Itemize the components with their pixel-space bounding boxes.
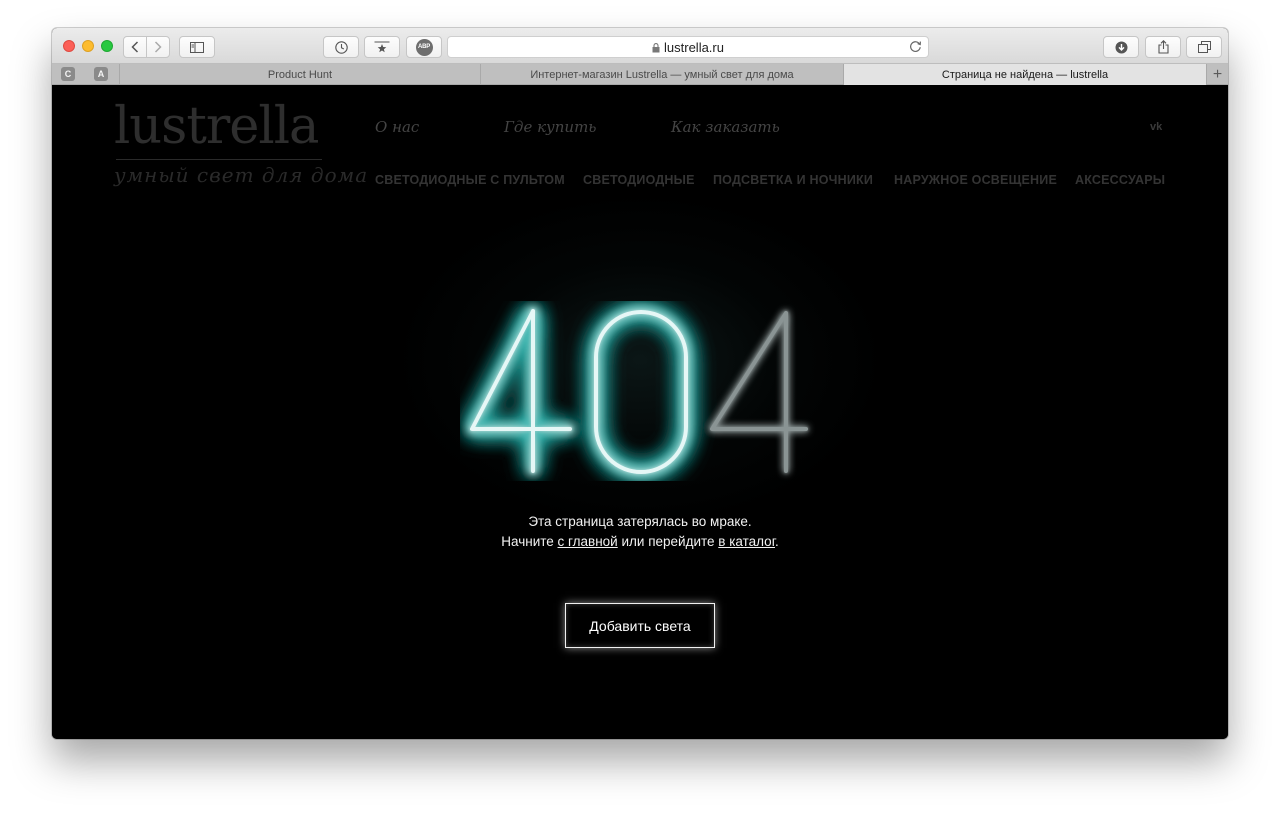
home-link[interactable]: с главной [558,534,618,549]
sidebar-toggle-button[interactable] [179,36,215,58]
logo-tagline: умный свет для дома [114,163,369,187]
bookmarks-button[interactable] [364,36,400,58]
browser-window: ABP lustrella.ru C A Product Hunt Интерн… [52,28,1228,739]
tab-not-found-active[interactable]: Страница не найдена — lustrella [843,64,1206,85]
browser-toolbar: ABP lustrella.ru [52,28,1228,64]
history-button[interactable] [323,36,359,58]
error-message-line1: Эта страница затерялась во мраке. [528,514,752,529]
tab-title: Интернет-магазин Lustrella — умный свет … [530,68,794,81]
neon-digit-4-left [470,309,572,473]
address-bar[interactable]: lustrella.ru [447,36,929,58]
share-icon [1157,40,1169,54]
pinned-tab-label: A [97,69,105,79]
adblock-icon: ABP [415,38,433,56]
message-text: . [774,534,779,549]
category-link-outdoor[interactable]: НАРУЖНОЕ ОСВЕЩЕНИЕ [894,173,1057,187]
message-text: Начните [501,534,558,549]
adblock-button[interactable]: ABP [406,36,442,58]
tabs-icon [1197,41,1211,53]
tab-bar: C A Product Hunt Интернет-магазин Lustre… [52,64,1228,85]
pinned-tab-a[interactable]: A [94,67,108,81]
close-window-button[interactable] [63,40,75,52]
neon-digit-0 [594,310,688,474]
star-icon [374,41,390,53]
pinned-tab-c[interactable]: C [61,67,75,81]
address-text-wrap: lustrella.ru [448,40,928,55]
download-icon [1115,41,1127,53]
minimize-window-button[interactable] [82,40,94,52]
logo-divider [116,159,322,160]
tab-title: Страница не найдена — lustrella [941,68,1109,81]
forward-button[interactable] [146,36,170,58]
page-content: lustrella умный свет для дома О нас Где … [52,85,1228,739]
neon-digit-4-right [710,311,808,473]
nav-link-about[interactable]: О нас [375,118,419,136]
address-url: lustrella.ru [664,40,724,55]
nav-link-how-to-order[interactable]: Как заказать [671,118,780,136]
message-text: или перейдите [617,534,719,549]
tab-product-hunt[interactable]: Product Hunt [119,64,480,85]
clock-icon [334,40,348,54]
sidebar-icon [190,41,204,53]
pinned-tab-label: C [64,69,72,79]
category-link-accessories[interactable]: АКСЕССУАРЫ [1075,173,1165,187]
category-link-led[interactable]: СВЕТОДИОДНЫЕ [583,173,695,187]
add-light-button[interactable]: Добавить света [565,603,715,648]
new-tab-button[interactable]: + [1206,64,1228,85]
error-code-404: 404 [470,309,808,474]
category-link-night-lights[interactable]: ПОДСВЕТКА И НОЧНИКИ [713,173,873,187]
back-button[interactable] [123,36,147,58]
tab-title: Product Hunt [267,68,333,81]
tab-overview-button[interactable] [1186,36,1222,58]
catalog-link[interactable]: в каталог [718,534,775,549]
downloads-button[interactable] [1103,36,1139,58]
site-logo[interactable]: lustrella умный свет для дома [114,97,367,191]
error-message: Эта страница затерялась во мраке. Начнит… [390,512,890,552]
chevron-right-icon [154,41,162,53]
chevron-left-icon [131,41,139,53]
tab-lustrella-shop[interactable]: Интернет-магазин Lustrella — умный свет … [480,64,843,85]
lock-icon [652,43,660,53]
logo-wordmark: lustrella [114,97,319,156]
error-message-line2: Начните с главной или перейдите в катало… [390,532,890,552]
nav-link-where-to-buy[interactable]: Где купить [504,118,596,136]
reload-icon[interactable] [909,40,922,53]
category-link-led-remote[interactable]: СВЕТОДИОДНЫЕ С ПУЛЬТОМ [375,173,565,187]
fullscreen-window-button[interactable] [101,40,113,52]
share-button[interactable] [1145,36,1181,58]
vk-icon[interactable]: vk [1150,121,1162,133]
